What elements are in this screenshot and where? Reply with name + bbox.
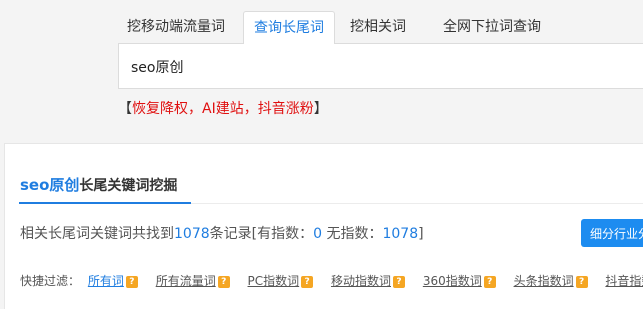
help-icon[interactable]: ? (217, 276, 230, 288)
summary-suffix: ] (418, 226, 424, 242)
panel-title-suffix: 长尾关键词挖掘 (79, 178, 178, 194)
result-summary: 相关长尾词关键词共找到1078条记录[有指数：0 无指数：1078] (20, 223, 424, 245)
filter-toutiao-index-words-label[interactable]: 头条指数词 (514, 274, 574, 288)
promo-open-bracket: 【 (118, 101, 132, 117)
tab-bar: 挖移动端流量词 查询长尾词 挖相关词 全网下拉词查询 (0, 0, 643, 44)
filter-all-traffic-words[interactable]: 所有流量词? (156, 271, 230, 291)
filter-pc-index-words[interactable]: PC指数词? (248, 271, 314, 291)
tab-dropdown-words-query[interactable]: 全网下拉词查询 (430, 11, 554, 44)
title-underline (19, 202, 191, 204)
panel-title: seo原创长尾关键词挖掘 (20, 174, 177, 198)
summary-mid: 条记录[有指数： (209, 226, 314, 242)
panel-title-keyword: seo原创 (20, 176, 80, 194)
tab-long-tail-query[interactable]: 查询长尾词 (243, 11, 335, 44)
filter-360-index-words[interactable]: 360指数词? (423, 271, 496, 291)
help-icon[interactable]: ? (575, 276, 588, 288)
filter-label: 快捷过滤： (20, 274, 81, 288)
result-panel: seo原创长尾关键词挖掘 相关长尾词关键词共找到1078条记录[有指数：0 无指… (4, 143, 643, 309)
summary-mid2: 无指数： (322, 226, 383, 242)
filter-all-words-label[interactable]: 所有词 (88, 274, 124, 288)
help-icon[interactable]: ? (483, 276, 496, 288)
help-icon[interactable]: ? (393, 276, 405, 288)
filter-douyin-index-words-label[interactable]: 抖音指数词 (605, 274, 643, 288)
promo-close-bracket: 】 (313, 101, 328, 117)
page: 挖移动端流量词 查询长尾词 挖相关词 全网下拉词查询 【恢复降权，AI建站，抖音… (0, 0, 643, 309)
help-icon[interactable]: ? (125, 276, 138, 288)
without-index-count: 1078 (382, 226, 419, 242)
promo-text[interactable]: 恢复降权，AI建站，抖音涨粉 (132, 101, 314, 117)
filter-all-traffic-words-label[interactable]: 所有流量词 (156, 274, 216, 288)
filter-mobile-index-words-label[interactable]: 移动指数词 (331, 274, 391, 288)
promo-banner[interactable]: 【恢复降权，AI建站，抖音涨粉】 (118, 99, 328, 119)
total-count: 1078 (174, 226, 210, 242)
filter-toutiao-index-words[interactable]: 头条指数词? (514, 271, 588, 291)
filter-all-words[interactable]: 所有词? (88, 271, 138, 291)
search-box (118, 43, 643, 89)
tab-related-words[interactable]: 挖相关词 (342, 11, 414, 44)
keyword-input[interactable] (131, 56, 631, 78)
quick-filters: 快捷过滤： 所有词? 所有流量词? PC指数词? 移动指数词? 360指数词? … (20, 271, 643, 291)
filter-mobile-index-words[interactable]: 移动指数词? (331, 271, 405, 291)
summary-prefix: 相关长尾词关键词共找到 (20, 226, 174, 242)
filter-douyin-index-words[interactable]: 抖音指数词? (605, 271, 643, 291)
with-index-count: 0 (313, 226, 323, 242)
help-icon[interactable]: ? (301, 276, 314, 288)
filter-pc-index-words-label[interactable]: PC指数词 (248, 274, 300, 288)
filter-360-index-words-label[interactable]: 360指数词 (423, 274, 482, 288)
industry-analysis-button[interactable]: 细分行业分析 (581, 219, 643, 247)
tab-mobile-traffic-words[interactable]: 挖移动端流量词 (118, 11, 234, 44)
